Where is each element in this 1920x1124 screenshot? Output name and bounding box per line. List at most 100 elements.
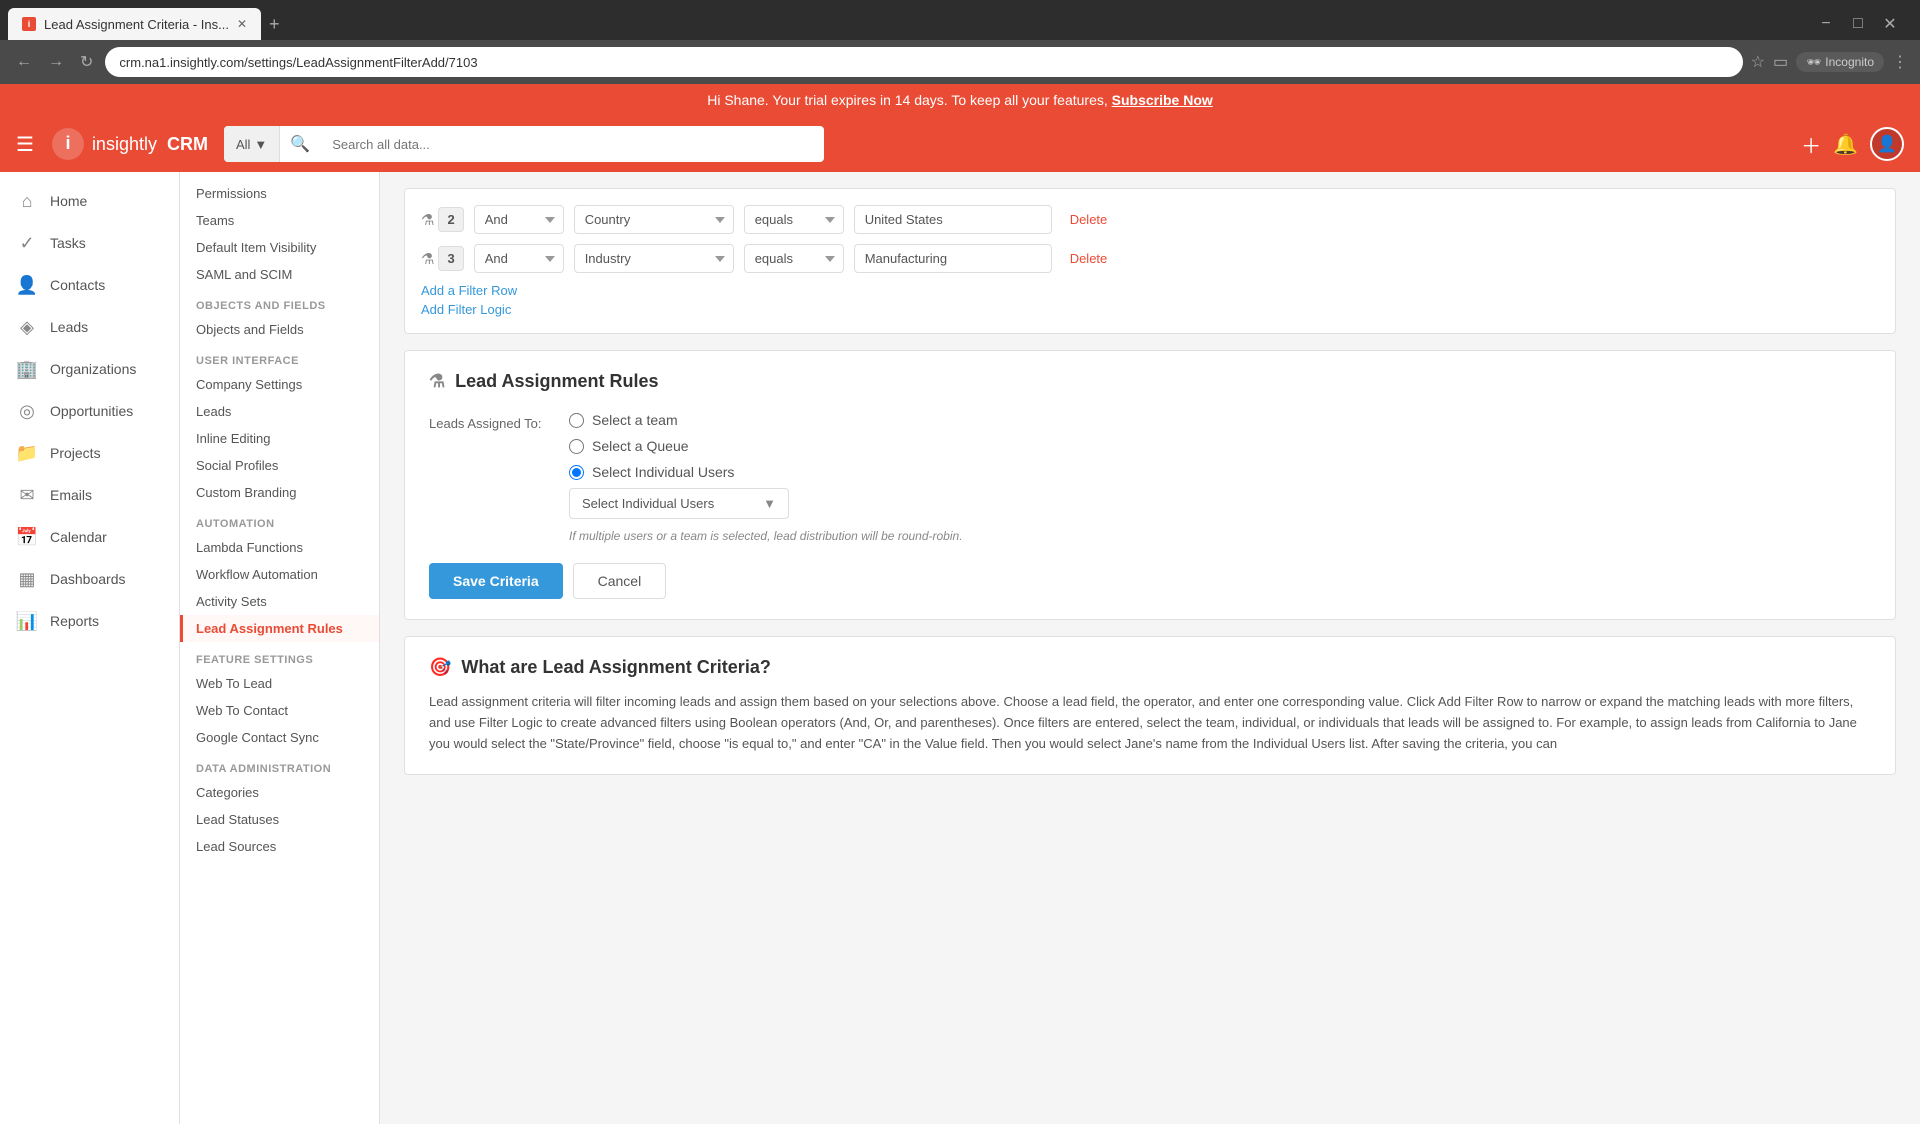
- settings-nav-web-contact[interactable]: Web To Contact: [180, 697, 379, 724]
- radio-team[interactable]: [569, 413, 584, 428]
- cast-icon[interactable]: ▭: [1773, 52, 1788, 72]
- sidebar-item-calendar[interactable]: 📅 Calendar: [0, 516, 179, 558]
- settings-nav-branding[interactable]: Custom Branding: [180, 479, 379, 506]
- close-button[interactable]: ✕: [1876, 10, 1904, 38]
- back-button[interactable]: ←: [12, 49, 36, 75]
- sidebar-item-dashboards[interactable]: ▦ Dashboards: [0, 558, 179, 600]
- save-criteria-button[interactable]: Save Criteria: [429, 563, 563, 599]
- filter-logic-select-2[interactable]: And Or: [474, 205, 564, 234]
- search-all-button[interactable]: All ▼: [224, 126, 280, 162]
- delete-filter-2-link[interactable]: Delete: [1070, 212, 1108, 227]
- sidebar-item-projects[interactable]: 📁 Projects: [0, 432, 179, 474]
- sidebar-item-home-label: Home: [50, 193, 87, 209]
- radio-queue-label[interactable]: Select a Queue: [592, 438, 689, 454]
- sidebar-item-leads[interactable]: ◈ Leads: [0, 306, 179, 348]
- settings-nav-web-lead[interactable]: Web To Lead: [180, 670, 379, 697]
- settings-sidebar: Permissions Teams Default Item Visibilit…: [180, 172, 380, 1124]
- sidebar-item-tasks[interactable]: ✓ Tasks: [0, 222, 179, 264]
- window-controls: − □ ✕: [1812, 10, 1912, 38]
- radio-option-team: Select a team: [569, 412, 1871, 428]
- notifications-button[interactable]: 🔔: [1833, 132, 1858, 157]
- form-content: Select a team Select a Queue Select Indi…: [569, 412, 1871, 543]
- info-card: 🎯 What are Lead Assignment Criteria? Lea…: [404, 636, 1896, 775]
- settings-nav-leads-ui[interactable]: Leads: [180, 398, 379, 425]
- dropdown-arrow-icon: ▼: [763, 496, 776, 511]
- search-bar: All ▼ 🔍: [224, 126, 824, 162]
- projects-icon: 📁: [16, 442, 38, 464]
- radio-individual[interactable]: [569, 465, 584, 480]
- filter-row-num-3: ⚗ 3: [421, 246, 464, 271]
- sidebar-item-organizations[interactable]: 🏢 Organizations: [0, 348, 179, 390]
- filter-field-select-2[interactable]: Country: [574, 205, 734, 234]
- sidebar-item-organizations-label: Organizations: [50, 361, 136, 377]
- menu-icon[interactable]: ⋮: [1892, 52, 1908, 72]
- bookmark-icon[interactable]: ☆: [1751, 52, 1765, 72]
- assignment-hint-text: If multiple users or a team is selected,…: [569, 529, 1871, 543]
- forward-button[interactable]: →: [44, 49, 68, 75]
- home-icon: ⌂: [16, 190, 38, 212]
- browser-tab[interactable]: i Lead Assignment Criteria - Ins... ✕: [8, 8, 261, 40]
- maximize-button[interactable]: □: [1844, 10, 1872, 38]
- settings-nav-categories[interactable]: Categories: [180, 779, 379, 806]
- settings-nav-company[interactable]: Company Settings: [180, 371, 379, 398]
- search-input[interactable]: [320, 137, 824, 152]
- settings-nav-google-contact[interactable]: Google Contact Sync: [180, 724, 379, 751]
- reports-icon: 📊: [16, 610, 38, 632]
- hamburger-button[interactable]: ☰: [16, 132, 34, 157]
- logo-text: insightly: [92, 134, 157, 155]
- section-title: ⚗ Lead Assignment Rules: [429, 371, 1871, 392]
- search-icon: 🔍: [280, 134, 320, 154]
- settings-nav-inline[interactable]: Inline Editing: [180, 425, 379, 452]
- radio-individual-label[interactable]: Select Individual Users: [592, 464, 734, 480]
- settings-nav-workflow[interactable]: Workflow Automation: [180, 561, 379, 588]
- settings-nav-objects-fields[interactable]: Objects and Fields: [180, 316, 379, 343]
- filter-operator-select-2[interactable]: equals not equals: [744, 205, 844, 234]
- settings-nav-lead-assignment[interactable]: Lead Assignment Rules: [180, 615, 379, 642]
- reload-button[interactable]: ↻: [76, 48, 97, 76]
- settings-nav-activity[interactable]: Activity Sets: [180, 588, 379, 615]
- add-filter-logic-link[interactable]: Add Filter Logic: [421, 302, 1879, 317]
- tab-close-button[interactable]: ✕: [237, 17, 247, 31]
- incognito-badge: 🕶 Incognito: [1796, 52, 1884, 72]
- settings-nav-lead-sources[interactable]: Lead Sources: [180, 833, 379, 860]
- individual-users-dropdown[interactable]: Select Individual Users ▼: [569, 488, 789, 519]
- sidebar-item-emails[interactable]: ✉ Emails: [0, 474, 179, 516]
- trial-banner-text: Hi Shane. Your trial expires in 14 days.…: [707, 92, 1108, 108]
- new-tab-button[interactable]: +: [261, 14, 288, 35]
- settings-nav-teams[interactable]: Teams: [180, 207, 379, 234]
- settings-nav-default-visibility[interactable]: Default Item Visibility: [180, 234, 379, 261]
- settings-nav-saml[interactable]: SAML and SCIM: [180, 261, 379, 288]
- radio-team-label[interactable]: Select a team: [592, 412, 678, 428]
- subscribe-link[interactable]: Subscribe Now: [1112, 92, 1213, 108]
- tab-title: Lead Assignment Criteria - Ins...: [44, 17, 229, 32]
- browser-chrome: i Lead Assignment Criteria - Ins... ✕ + …: [0, 0, 1920, 84]
- minimize-button[interactable]: −: [1812, 10, 1840, 38]
- settings-nav-social[interactable]: Social Profiles: [180, 452, 379, 479]
- address-input[interactable]: [105, 47, 1742, 77]
- filter-field-select-3[interactable]: Industry: [574, 244, 734, 273]
- add-button[interactable]: ＋: [1801, 130, 1821, 159]
- add-filter-row-link[interactable]: Add a Filter Row: [421, 283, 1879, 298]
- radio-queue[interactable]: [569, 439, 584, 454]
- filter-value-input-2[interactable]: [854, 205, 1052, 234]
- cancel-button[interactable]: Cancel: [573, 563, 667, 599]
- sidebar-item-opportunities[interactable]: ◎ Opportunities: [0, 390, 179, 432]
- header-actions: ＋ 🔔 👤: [1801, 127, 1904, 161]
- settings-nav-lead-statuses[interactable]: Lead Statuses: [180, 806, 379, 833]
- app-wrapper: Hi Shane. Your trial expires in 14 days.…: [0, 84, 1920, 1124]
- sidebar-item-reports[interactable]: 📊 Reports: [0, 600, 179, 642]
- button-row: Save Criteria Cancel: [429, 563, 1871, 599]
- sidebar-item-contacts[interactable]: 👤 Contacts: [0, 264, 179, 306]
- settings-section-data: Data Administration: [180, 751, 379, 779]
- contacts-icon: 👤: [16, 274, 38, 296]
- filter-row-2: ⚗ 2 And Or Country equals not equals: [421, 205, 1879, 234]
- user-avatar[interactable]: 👤: [1870, 127, 1904, 161]
- filter-logic-select-3[interactable]: And Or: [474, 244, 564, 273]
- sidebar-item-home[interactable]: ⌂ Home: [0, 180, 179, 222]
- app-logo[interactable]: i insightly CRM: [50, 126, 208, 162]
- settings-nav-permissions[interactable]: Permissions: [180, 180, 379, 207]
- filter-operator-select-3[interactable]: equals not equals: [744, 244, 844, 273]
- delete-filter-3-link[interactable]: Delete: [1070, 251, 1108, 266]
- filter-value-input-3[interactable]: [854, 244, 1052, 273]
- settings-nav-lambda[interactable]: Lambda Functions: [180, 534, 379, 561]
